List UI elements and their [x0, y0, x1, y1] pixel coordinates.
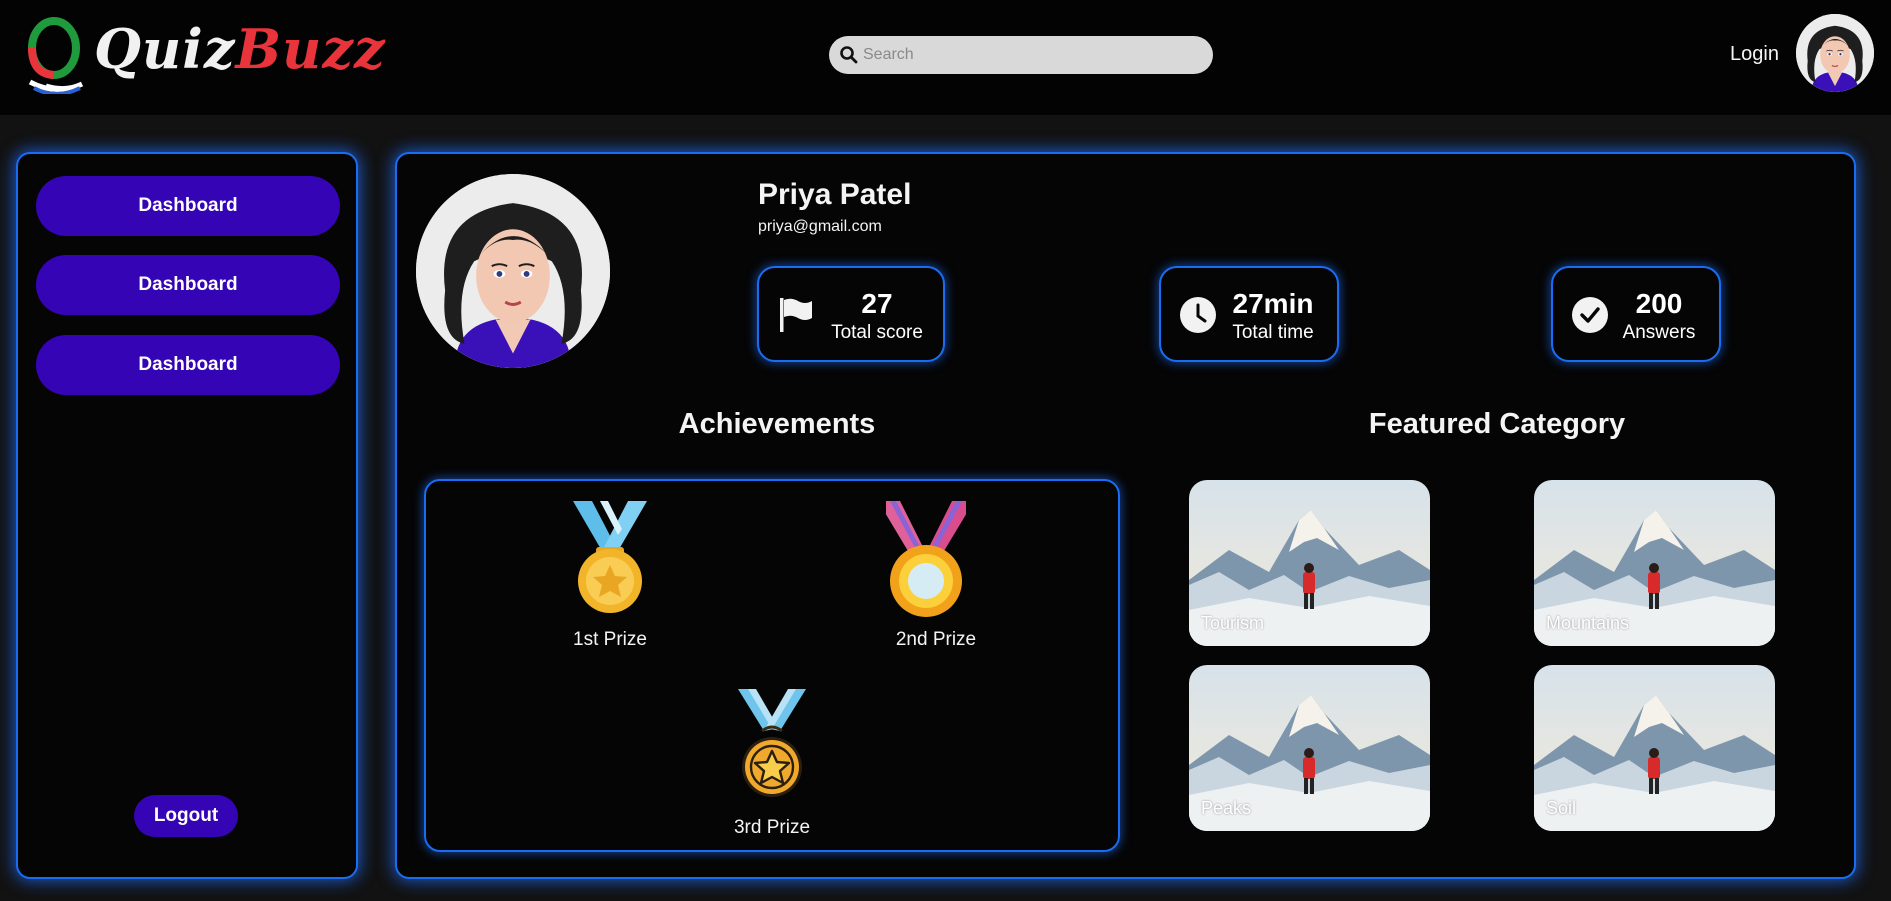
category-label: Soil [1546, 798, 1577, 818]
profile-panel: Priya Patel priya@gmail.com 27 Total sco… [395, 152, 1856, 879]
stat-value: 27min [1232, 288, 1314, 319]
stat-answers: 200 Answers [1551, 266, 1721, 362]
achievement-label: 1st Prize [573, 629, 647, 650]
clock-icon [1180, 297, 1216, 333]
search-input[interactable] [863, 36, 1203, 74]
category-card-soil[interactable]: Soil [1534, 665, 1775, 831]
category-card-peaks[interactable]: Peaks [1189, 665, 1430, 831]
avatar-image [1796, 14, 1874, 92]
stat-value: 27 [861, 288, 893, 319]
stat-label: Total time [1232, 322, 1314, 343]
logo-text-buzz: Buzz [235, 17, 386, 81]
stat-value: 200 [1635, 288, 1683, 319]
achievements-box: 1st Prize 2nd Prize 3rd Prize [424, 479, 1120, 852]
app-logo[interactable]: QuizBuzz [26, 14, 385, 94]
category-label: Mountains [1546, 613, 1630, 633]
top-header: QuizBuzz Login [0, 0, 1891, 115]
search-bar[interactable] [829, 36, 1213, 74]
achievement-2nd-prize: 2nd Prize [856, 499, 1016, 650]
search-icon [840, 46, 858, 64]
achievement-1st-prize: 1st Prize [530, 499, 690, 650]
stat-label: Answers [1622, 322, 1696, 343]
featured-category-title: Featured Category [1368, 408, 1626, 440]
achievement-3rd-prize: 3rd Prize [692, 687, 852, 838]
sidebar-item-dashboard-1[interactable]: Dashboard [36, 176, 340, 236]
sidebar-item-dashboard-3[interactable]: Dashboard [36, 335, 340, 395]
stat-total-score: 27 Total score [757, 266, 945, 362]
category-label: Tourism [1201, 613, 1265, 633]
logo-wordmark: QuizBuzz [94, 22, 386, 76]
login-link[interactable]: Login [1730, 43, 1779, 66]
category-label: Peaks [1201, 798, 1252, 818]
category-card-tourism[interactable]: Tourism [1189, 480, 1430, 646]
user-avatar[interactable] [1796, 14, 1874, 92]
user-name: Priya Patel [758, 178, 912, 211]
logo-text-quiz: Quiz [94, 17, 236, 81]
flag-icon [780, 298, 812, 332]
sidebar-item-dashboard-2[interactable]: Dashboard [36, 255, 340, 315]
q-logo-icon [28, 17, 84, 94]
logout-button[interactable]: Logout [134, 795, 238, 837]
sidebar: Dashboard Dashboard Dashboard Logout [16, 152, 358, 879]
bronze-medal-icon [738, 689, 806, 797]
profile-avatar [416, 174, 610, 368]
gold-medal-icon [573, 501, 647, 613]
stat-label: Total score [831, 322, 923, 343]
profile-avatar-image [416, 174, 610, 368]
category-card-mountains[interactable]: Mountains [1534, 480, 1775, 646]
user-email: priya@gmail.com [758, 218, 882, 235]
silver-medal-icon [886, 501, 966, 617]
achievement-label: 3rd Prize [733, 817, 811, 838]
stat-total-time: 27min Total time [1159, 266, 1339, 362]
achievements-title: Achievements [678, 408, 876, 440]
achievement-label: 2nd Prize [895, 629, 977, 650]
